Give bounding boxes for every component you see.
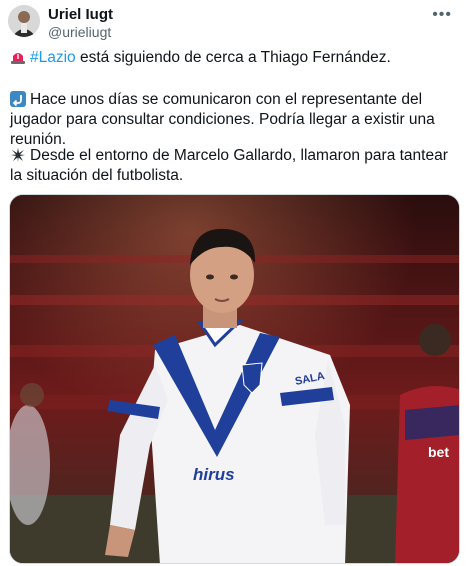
author-handle[interactable]: @urieliugt bbox=[48, 24, 111, 40]
more-icon[interactable]: ••• bbox=[432, 6, 452, 24]
tweet-line-3-text: Desde el entorno de Marcelo Gallardo, ll… bbox=[10, 147, 448, 184]
tweet-line-3: Desde el entorno de Marcelo Gallardo, ll… bbox=[10, 146, 455, 186]
chest-sponsor: hirus bbox=[193, 465, 235, 484]
tweet-line-1-text: está siguiendo de cerca a Thiago Fernánd… bbox=[75, 49, 391, 66]
spark-icon bbox=[10, 147, 26, 163]
right-player-sponsor: bet bbox=[428, 444, 449, 460]
tweet-line-2-text: Hace unos días se comunicaron con el rep… bbox=[10, 91, 435, 148]
hashtag-link[interactable]: #Lazio bbox=[30, 49, 76, 66]
author-name[interactable]: Uriel Iugt bbox=[48, 6, 113, 23]
tweet-line-1: #Lazio está siguiendo de cerca a Thiago … bbox=[10, 48, 455, 68]
police-light-icon bbox=[10, 49, 26, 65]
return-arrow-icon bbox=[10, 91, 26, 107]
tweet-photo[interactable]: bet hirus SALA bbox=[9, 194, 460, 564]
author-avatar[interactable] bbox=[8, 5, 40, 37]
tweet-line-2: Hace unos días se comunicaron con el rep… bbox=[10, 90, 455, 150]
